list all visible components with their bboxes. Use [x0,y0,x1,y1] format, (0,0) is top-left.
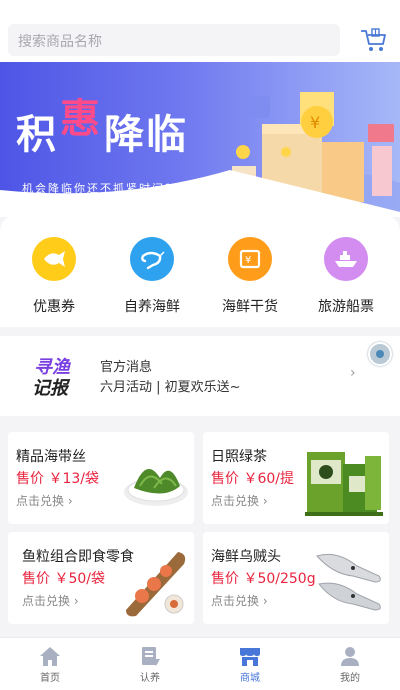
news-bar[interactable]: 寻渔 记报 官方消息 六月活动 | 初夏欢乐送~ › [0,336,400,416]
banner-title-part3: 降临 [104,112,188,158]
product-card-kelp[interactable]: 精品海带丝 售价 ￥13/袋 点击兑换 › [8,432,194,524]
category-row: 优惠券 自养海鲜 ¥ 海鲜干货 旅游船票 [0,215,400,327]
redeem-link[interactable]: 点击兑换 › [211,592,268,609]
fish-snack-image [126,552,186,617]
search-placeholder: 搜索商品名称 [18,34,102,50]
product-name: 日照绿茶 [211,449,267,465]
product-name: 海鲜乌贼头 [211,549,281,565]
green-tea-box-image [305,452,383,516]
home-icon [40,647,60,666]
floating-action-button[interactable] [368,342,392,366]
category-label: 海鲜干货 [222,299,278,315]
search-input[interactable]: 搜索商品名称 [8,24,340,56]
svg-text:记报: 记报 [32,378,71,399]
redeem-link[interactable]: 点击兑换 › [16,492,73,509]
product-price: 售价 ￥60/提 [211,471,294,487]
product-card-fish-snack[interactable]: 鱼粒组合即食零食 售价 ￥50/袋 点击兑换 › [8,532,194,624]
category-label: 优惠券 [33,299,75,315]
kelp-dish-image [124,469,188,506]
product-price: 售价 ￥50/袋 [22,571,105,587]
category-ship-ticket[interactable]: 旅游船票 [306,237,386,316]
svg-text:¥: ¥ [310,113,320,132]
promo-banner[interactable]: ¥ 积惠降临 机会降临你还不抓紧时间？ [0,62,400,217]
svg-text:¥: ¥ [245,255,251,266]
news-title: 官方消息 [100,360,153,375]
fish-coupon-icon [32,237,76,281]
tab-mine[interactable]: 我的 [320,645,380,684]
top-header: 搜索商品名称 [0,0,400,62]
banner-title-part1: 积 [16,112,58,158]
tab-label: 我的 [340,673,360,684]
svg-text:寻渔: 寻渔 [34,357,72,378]
chevron-right-icon: › [350,365,356,381]
dried-seafood-icon: ¥ [228,237,272,281]
product-price: 售价 ￥13/袋 [16,471,99,487]
redeem-link[interactable]: 点击兑换 › [211,492,268,509]
product-card-green-tea[interactable]: 日照绿茶 售价 ￥60/提 点击兑换 › [203,432,389,524]
category-coupon[interactable]: 优惠券 [14,237,94,316]
tab-label: 首页 [40,673,60,684]
product-name: 精品海带丝 [16,449,86,465]
product-card-squid[interactable]: 海鲜乌贼头 售价 ￥50/250g 点击兑换 › [203,532,389,624]
ship-icon [324,237,368,281]
tab-store[interactable]: 商城 [220,645,280,684]
adopt-icon [142,647,160,666]
tab-adopt[interactable]: 认养 [120,645,180,684]
banner-subtitle: 机会降临你还不抓紧时间？ [22,182,178,195]
news-subtitle: 六月活动 | 初夏欢乐送~ [100,380,241,395]
squid-image [316,553,381,611]
product-price: 售价 ￥50/250g [211,571,316,587]
category-label: 自养海鲜 [124,299,180,315]
category-seafood[interactable]: 自养海鲜 [112,237,192,316]
tab-home[interactable]: 首页 [20,645,80,684]
category-label: 旅游船票 [318,299,374,315]
redeem-link[interactable]: 点击兑换 › [22,592,79,609]
bottom-tab-bar: 首页 认养 商城 我的 [0,637,400,690]
store-icon [240,648,260,666]
shopping-cart-icon[interactable] [358,25,388,55]
tab-label: 认养 [140,673,160,684]
user-icon [341,647,359,666]
tab-label: 商城 [240,673,260,684]
shrimp-icon [130,237,174,281]
banner-title: 积惠降临 [16,96,188,160]
category-dried-goods[interactable]: ¥ 海鲜干货 [210,237,290,316]
news-logo: 寻渔 记报 [32,357,72,399]
banner-title-part2: 惠 [60,96,102,142]
